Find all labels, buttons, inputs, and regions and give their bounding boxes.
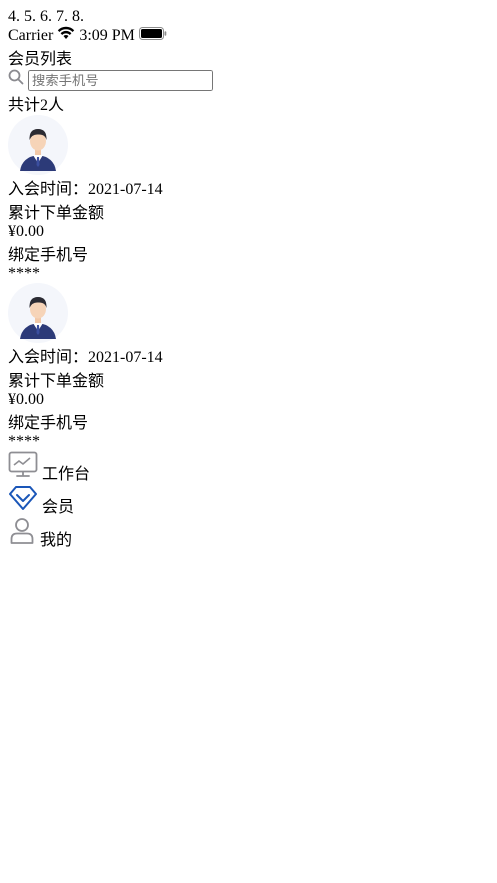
tab-mine[interactable]: 我的 [8,517,489,550]
bound-phone-value: **** [8,265,40,282]
tab-workbench[interactable]: 工作台 [8,451,489,484]
monitor-icon [8,451,42,483]
search-icon [8,69,28,89]
avatar [8,115,489,175]
avatar [8,283,489,343]
member-list-area: 共计2人 入会时间：2021-07-14 累计下单金额 ¥0.00 绑定手机号 … [8,91,489,451]
status-bar: Carrier 3:09 PM [8,26,489,45]
carrier-label: Carrier [8,27,54,44]
total-amount-label: 累计下单金额 [8,373,105,390]
join-date-badge: 入会时间：2021-07-14 [8,349,163,366]
search-bar[interactable] [8,69,489,91]
member-card[interactable]: 入会时间：2021-07-14 累计下单金额 ¥0.00 绑定手机号 **** [8,115,489,283]
battery-icon [138,27,167,44]
total-amount-value: ¥0.00 [8,391,44,408]
bound-phone-value: **** [8,433,40,450]
join-date-badge: 入会时间：2021-07-14 [8,181,163,198]
tab-members[interactable]: 会员 [8,484,489,517]
diamond-icon [8,486,42,516]
person-icon [8,518,40,549]
member-count: 共计2人 [8,97,65,114]
bound-phone-label: 绑定手机号 [8,415,89,432]
search-input[interactable] [28,70,213,91]
search-section [8,69,489,91]
clock-label: 3:09 PM [79,27,135,44]
nav-bar: 会员列表 [8,45,489,69]
total-amount-value: ¥0.00 [8,223,44,240]
bound-phone-label: 绑定手机号 [8,247,89,264]
tab-label: 工作台 [42,466,91,483]
tab-bar: 工作台 会员 我的 [8,451,489,550]
wifi-icon [57,26,79,44]
tab-label: 会员 [42,499,75,516]
page-title: 会员列表 [8,51,73,68]
tab-label: 我的 [40,532,73,549]
member-card[interactable]: 入会时间：2021-07-14 累计下单金额 ¥0.00 绑定手机号 **** [8,283,489,451]
total-amount-label: 累计下单金额 [8,205,105,222]
